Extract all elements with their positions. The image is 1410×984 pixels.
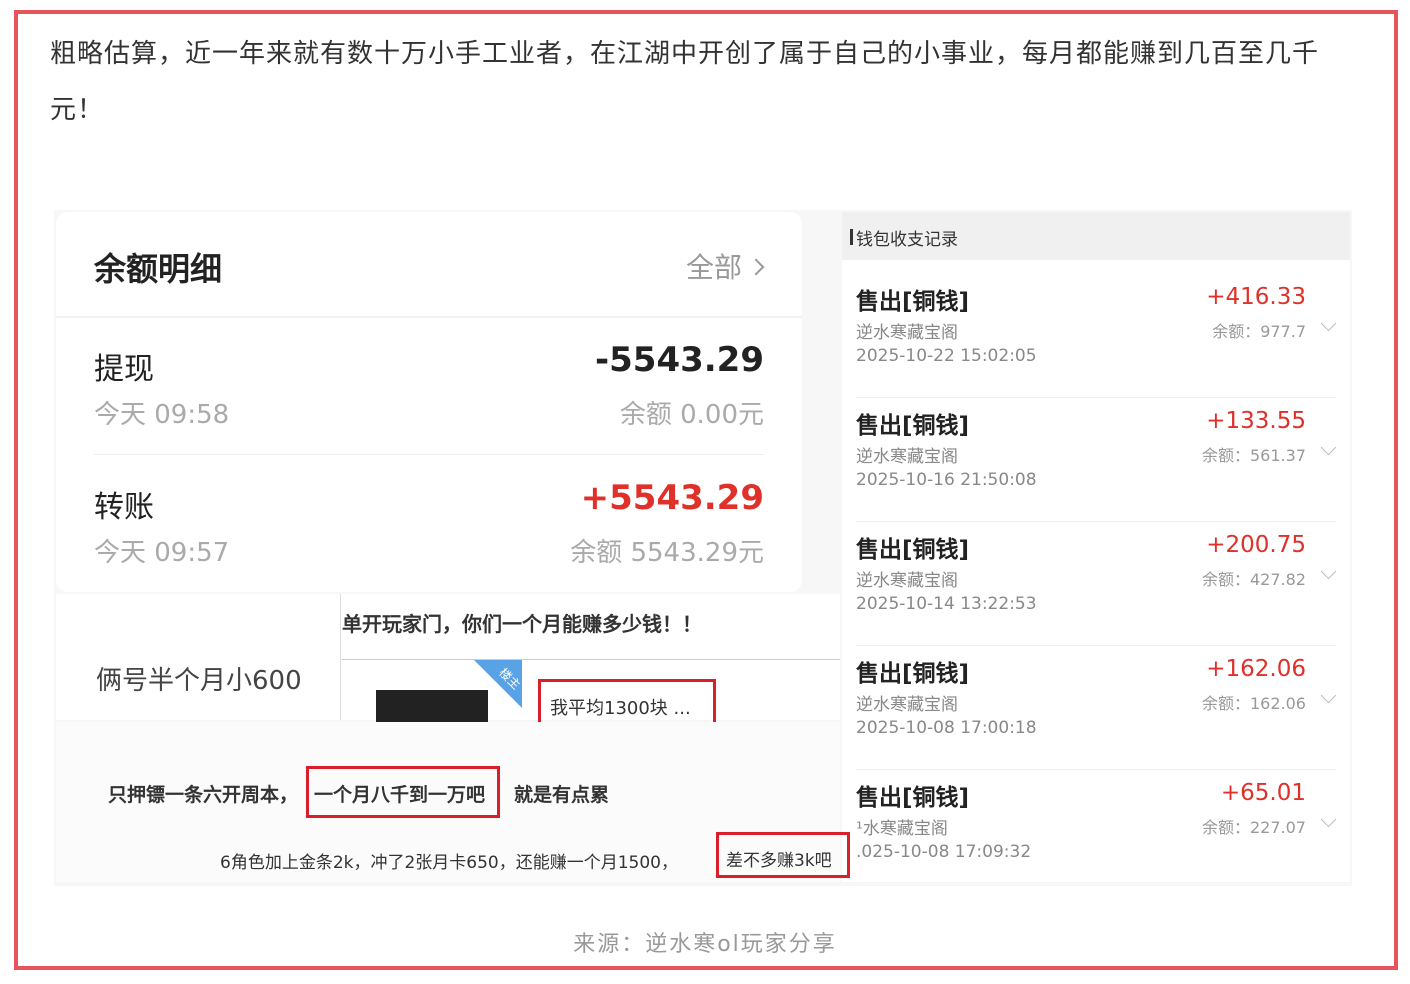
- chevron-down-icon[interactable]: [1320, 563, 1337, 580]
- chevron-right-icon: [747, 258, 765, 276]
- entry-date: 2025-10-14 13:22:53: [856, 594, 1037, 614]
- transaction-name: 转账: [94, 490, 154, 525]
- view-all-label: 全部: [685, 251, 742, 284]
- ledger-entry[interactable]: 售出[铜钱] 逆水寒藏宝阁 2025-10-22 15:02:05 +416.3…: [856, 274, 1337, 398]
- wallet-ledger: 钱包收支记录 售出[铜钱] 逆水寒藏宝阁 2025-10-22 15:02:05…: [842, 212, 1350, 882]
- entry-balance: 余额：227.07: [1202, 818, 1306, 837]
- ledger-entry[interactable]: 售出[铜钱] ¹水寒藏宝阁 .025-10-08 17:09:32 +65.01…: [856, 770, 1337, 894]
- transaction-balance: 余额 5543.29元: [570, 538, 764, 568]
- divider: [56, 316, 802, 318]
- entry-amount: +65.01: [1220, 780, 1306, 806]
- chevron-down-icon[interactable]: [1320, 315, 1337, 332]
- income-comment-start: 6角色加上金条2k，冲了2张月卡650，还能赚一个月1500，: [220, 853, 679, 873]
- transaction-row: 转账 今天 09:57 +5543.29 余额 5543.29元: [94, 478, 764, 602]
- view-all-link[interactable]: 全部: [685, 246, 765, 286]
- transaction-row: 提现 今天 09:58 -5543.29 余额 0.00元: [94, 340, 764, 464]
- ledger-entry[interactable]: 售出[铜钱] 逆水寒藏宝阁 2025-10-14 13:22:53 +200.7…: [856, 522, 1337, 646]
- forum-question: 单开玩家门，你们一个月能赚多少钱！！: [342, 612, 702, 636]
- escort-comment-end: 就是有点累: [514, 784, 610, 806]
- ledger-title: 钱包收支记录: [856, 230, 958, 250]
- entry-amount: +133.55: [1206, 408, 1306, 434]
- entry-amount: +162.06: [1206, 656, 1306, 682]
- transaction-time: 今天 09:57: [94, 538, 230, 568]
- entry-title: 售出[铜钱]: [856, 537, 970, 563]
- income-comment-highlight: 差不多赚3k吧: [726, 851, 832, 871]
- entry-balance: 余额：977.7: [1212, 322, 1306, 341]
- balance-card: 余额明细 全部 提现 今天 09:58 -5543.29 余额 0.00元 转账…: [56, 212, 802, 592]
- entry-balance: 余额：427.82: [1202, 570, 1306, 589]
- ledger-entry[interactable]: 售出[铜钱] 逆水寒藏宝阁 2025-10-08 17:00:18 +162.0…: [856, 646, 1337, 770]
- badge-label: 楼主: [496, 665, 522, 693]
- transaction-name: 提现: [94, 352, 154, 387]
- forum-line: [342, 659, 840, 660]
- transaction-amount: +5543.29: [580, 478, 764, 518]
- chevron-down-icon[interactable]: [1320, 687, 1337, 704]
- chevron-down-icon[interactable]: [1320, 811, 1337, 828]
- transaction-amount: -5543.29: [595, 340, 764, 380]
- chevron-down-icon[interactable]: [1320, 439, 1337, 456]
- card-title: 余额明细: [94, 250, 223, 288]
- ledger-entry[interactable]: 售出[铜钱] 逆水寒藏宝阁 2025-10-16 21:50:08 +133.5…: [856, 398, 1337, 522]
- intro-paragraph: 粗略估算，近一年来就有数十万小手工业者，在江湖中开创了属于自己的小事业，每月都能…: [50, 39, 1320, 125]
- entry-title: 售出[铜钱]: [856, 413, 970, 439]
- entry-amount: +416.33: [1206, 284, 1306, 310]
- escort-comment-highlight: 一个月八千到一万吧: [314, 784, 486, 806]
- ledger-header: 钱包收支记录: [842, 212, 1350, 260]
- entry-balance: 余额：561.37: [1202, 446, 1306, 465]
- entry-date: 2025-10-08 17:00:18: [856, 718, 1037, 738]
- entry-date: .025-10-08 17:09:32: [856, 842, 1032, 862]
- entry-date: 2025-10-22 15:02:05: [856, 346, 1037, 366]
- thumbnail-image: [376, 690, 488, 722]
- transaction-balance: 余额 0.00元: [619, 400, 764, 430]
- entry-shop: 逆水寒藏宝阁: [856, 695, 958, 715]
- divider: [94, 454, 764, 455]
- owner-badge: 楼主: [474, 660, 522, 708]
- entry-shop: 逆水寒藏宝阁: [856, 571, 958, 591]
- entry-title: 售出[铜钱]: [856, 289, 970, 315]
- entry-date: 2025-10-16 21:50:08: [856, 470, 1037, 490]
- entry-amount: +200.75: [1206, 532, 1306, 558]
- entry-shop: 逆水寒藏宝阁: [856, 323, 958, 343]
- entry-title: 售出[铜钱]: [856, 661, 970, 687]
- escort-comment-start: 只押镖一条六开周本，: [108, 784, 299, 806]
- source-caption: 来源：逆水寒ol玩家分享: [573, 932, 837, 957]
- half-month-comment: 俩号半个月小600: [96, 666, 302, 696]
- chat-white-block: [56, 594, 340, 720]
- entry-balance: 余额：162.06: [1202, 694, 1306, 713]
- transaction-time: 今天 09:58: [94, 400, 230, 430]
- entry-shop: ¹水寒藏宝阁: [856, 819, 948, 839]
- average-comment: 我平均1300块 ...: [550, 698, 691, 719]
- entry-shop: 逆水寒藏宝阁: [856, 447, 958, 467]
- header-accent-bar: [850, 229, 853, 245]
- entry-title: 售出[铜钱]: [856, 785, 970, 811]
